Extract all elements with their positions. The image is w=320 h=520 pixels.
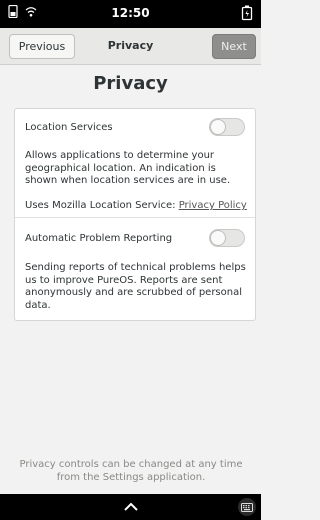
battery-icon [241,5,253,25]
divider [15,217,255,218]
clock: 12:50 [111,6,150,20]
bottom-bar [0,494,261,520]
location-services-switch[interactable] [209,118,245,136]
header-bar: Previous Privacy Next [0,28,261,65]
next-button[interactable]: Next [212,34,256,59]
page-title: Privacy [93,73,168,94]
location-services-label: Location Services [25,122,113,133]
problem-reporting-label: Automatic Problem Reporting [25,233,173,244]
keyboard-icon[interactable] [238,498,256,516]
privacy-settings-card: Location Services Allows applications to… [14,108,256,321]
privacy-policy-link[interactable]: Privacy Policy [179,200,247,211]
location-service-text: Uses Mozilla Location Service: [25,200,179,211]
location-services-description: Allows applications to determine your ge… [25,150,231,186]
footer-note: Privacy controls can be changed at any t… [19,459,243,483]
status-bar: 12:50 [0,0,261,28]
problem-reporting-description: Sending reports of technical problems he… [25,262,246,311]
switch-knob [210,119,226,135]
switch-knob [210,230,226,246]
chevron-up-icon[interactable] [123,502,139,512]
problem-reporting-switch[interactable] [209,229,245,247]
location-service-provider: Uses Mozilla Location Service: Privacy P… [25,200,251,213]
